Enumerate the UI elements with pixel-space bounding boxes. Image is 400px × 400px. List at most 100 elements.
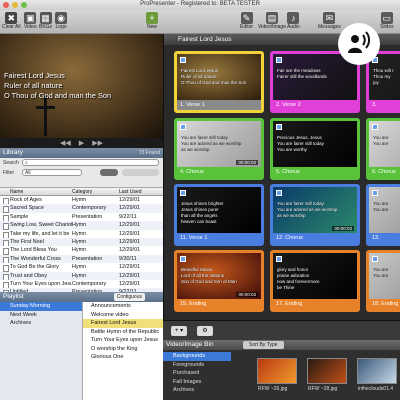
slides-icon: ▭ [380, 12, 393, 24]
playlist-item[interactable]: Glorious One [83, 353, 163, 362]
slide-text-line: as we worship [277, 213, 306, 218]
playlist-tree-item[interactable]: Next Week [0, 311, 82, 320]
window-title: ProPresenter - Registered to: BETA TESTE… [140, 1, 260, 7]
slide-thumbnail[interactable]: Fairest Lord Jesus Ruler of all nature O T… [174, 51, 264, 113]
table-row[interactable]: Rock of Ages Hymn 12/29/01 [0, 196, 163, 205]
table-row[interactable]: Take my life, and let it be Hymn 12/29/01 [0, 230, 163, 238]
bin-folder[interactable]: Archives [163, 386, 231, 395]
slide-text-line: Ruler of all nature [181, 74, 217, 79]
slide-text-line: You are fairer still today [277, 141, 324, 146]
messages-button[interactable]: ✉ Messages [318, 12, 341, 30]
slides-button[interactable]: ▭ Slides [380, 12, 394, 30]
bin-folder[interactable]: Fall Images [163, 378, 231, 387]
bin-folder[interactable]: Backgrounds [163, 352, 231, 361]
library-search-area: Search ⌕ Filter All [0, 158, 163, 188]
rewind-icon[interactable]: ◀◀ [60, 139, 71, 147]
column-header-last-used[interactable]: Last Used [119, 188, 157, 195]
playlist-header: Playlist Contiguous [0, 292, 163, 302]
slide-label: 6. Chorus [369, 167, 400, 177]
slide-text-line: You are adored as we worship [277, 207, 338, 212]
editor-button[interactable]: ✎ Editor [240, 12, 253, 30]
audio-button[interactable]: ♪ Audio [287, 12, 300, 30]
slide-thumbnail[interactable]: Beautiful Savior Lord of all the nations S… [174, 250, 264, 312]
slide-timer: 00:00:03 [236, 292, 258, 297]
slide-text-line: Thou my [373, 74, 391, 79]
slide-label: 18. Ending [369, 299, 400, 309]
table-row[interactable]: The Wonderful Cross Presentation 9/30/11 [0, 254, 163, 264]
table-row[interactable]: The First Noel Hymn 12/29/01 [0, 237, 163, 247]
play-icon[interactable]: ▶ [79, 139, 84, 147]
song-last-used: 12/29/01 [119, 197, 140, 203]
logo-clear-button[interactable]: ◉ Logo [55, 12, 67, 30]
table-row[interactable]: Turn Your Eyes upon Jesus Contemporary 12/… [0, 280, 163, 289]
slide-type-icon [180, 57, 186, 63]
slide-text-line: You are [373, 207, 389, 212]
slide-timer: 00:00:03 [332, 226, 354, 231]
slide-text-line: Son of God and Son of Man [181, 279, 237, 284]
song-name: To God Be the Glory [0, 263, 72, 272]
slide-thumbnail[interactable]: Jesus shines brighter Jesus shines purer t… [174, 184, 264, 246]
filter-dropdown[interactable]: All [22, 169, 82, 176]
playlist-item[interactable]: Welcome video [83, 311, 163, 320]
song-category: Hymn [72, 264, 87, 271]
bkgs-clear-button[interactable]: ▦ BKGs [39, 12, 52, 30]
sort-dropdown[interactable]: Sort By Type [243, 341, 284, 349]
library-search-input[interactable]: ⌕ [22, 159, 159, 166]
table-row[interactable]: To God Be the Glory Hymn 12/29/01 [0, 263, 163, 272]
video-label: Video [24, 24, 37, 30]
table-row[interactable]: Sacred Space Contemporary 12/29/01 [0, 204, 163, 213]
slide-text-line: now and forevermore [277, 279, 320, 284]
slide-thumbnail[interactable]: You are You are 13. [366, 184, 400, 246]
table-row[interactable]: Swing Low, Sweet Chariot Hymn 12/29/01 [0, 221, 163, 230]
slide-label: 1. Verse 1 [177, 100, 261, 110]
playlist-item[interactable]: Battle Hymn of the Republic [83, 328, 163, 337]
slide-thumbnail[interactable]: You are fairer still today You are adored… [174, 118, 264, 180]
filter-toggle[interactable] [100, 169, 118, 176]
playlist-tree-item[interactable]: Sunday Morning [0, 302, 82, 311]
slide-text-line: You are [373, 201, 389, 206]
column-header-name[interactable]: Name [0, 188, 72, 195]
logo-icon: ◉ [55, 12, 67, 24]
slide-thumbnail[interactable]: You are You are 18. Ending [366, 250, 400, 312]
cross-graphic [44, 96, 47, 136]
playlist-tree-item[interactable]: Archives [0, 319, 82, 328]
playlist-item[interactable]: Turn Your Eyes upon Jesus [83, 336, 163, 345]
table-row[interactable]: Sample Presentation 9/22/11 [0, 213, 163, 222]
video-image-button[interactable]: ▤ Video/Image [258, 12, 286, 30]
clear-all-button[interactable]: ✖ Clear All [2, 12, 21, 30]
bin-folder[interactable]: Purchased [163, 369, 231, 378]
media-thumbnail[interactable]: intheclouds01.4 [357, 358, 397, 392]
playlist-item[interactable]: Announcements [83, 302, 163, 311]
settings-button[interactable]: ⚙ [197, 326, 213, 336]
slide-thumbnail[interactable]: Precious Jesus, Jesus You are fairer stil… [270, 118, 360, 180]
slide-text-line: You are fairer still today [277, 201, 324, 206]
slide-text-line: Thou wilt I [373, 68, 394, 73]
playlist-item[interactable]: O worship the King [83, 345, 163, 354]
slide-label: 12. Chorus [273, 233, 357, 243]
filter-toggle-2[interactable] [122, 169, 159, 176]
propresenter-window: ProPresenter - Registered to: BETA TESTE… [0, 0, 400, 400]
search-icon: ⌕ [25, 160, 28, 166]
slide-thumbnail[interactable]: You are You are 6. Chorus [366, 118, 400, 180]
video-clear-button[interactable]: ▣ Video [24, 12, 37, 30]
slide-thumbnail[interactable]: You are fairer still today You are adored… [270, 184, 360, 246]
song-last-used: 9/22/11 [119, 213, 137, 220]
cross-graphic-bar [36, 106, 55, 109]
column-header-category[interactable]: Category [72, 188, 119, 195]
transport-controls: ◀◀ ▶ ▶▶ [0, 138, 163, 148]
media-thumbnail[interactable]: RFW ~28.jpg [307, 358, 347, 392]
song-last-used: 12/29/01 [119, 205, 140, 212]
slide-thumbnail[interactable]: glory and honor praise adoration now and f… [270, 250, 360, 312]
new-button[interactable]: + New [146, 12, 158, 30]
thumbnail-caption: RFW ~28.jpg [308, 386, 338, 392]
bin-folder[interactable]: Foregrounds [163, 361, 231, 370]
playlist-item-selected[interactable]: Fairest Lord Jesus [83, 319, 163, 328]
song-name: Swing Low, Sweet Chariot [0, 221, 72, 230]
media-thumbnail[interactable]: RFW ~26.jpg [257, 358, 297, 392]
fast-forward-icon[interactable]: ▶▶ [92, 139, 103, 147]
table-row[interactable]: The Lord Bless You Hymn 12/29/01 [0, 246, 163, 255]
contiguous-button[interactable]: Contiguous [113, 293, 145, 301]
video-bin-header: Video/Image Bin Sort By Type [163, 340, 400, 350]
add-slide-button[interactable]: + ▾ [171, 326, 187, 336]
table-row[interactable]: Trust and Obey Hymn 12/29/01 [0, 271, 163, 280]
